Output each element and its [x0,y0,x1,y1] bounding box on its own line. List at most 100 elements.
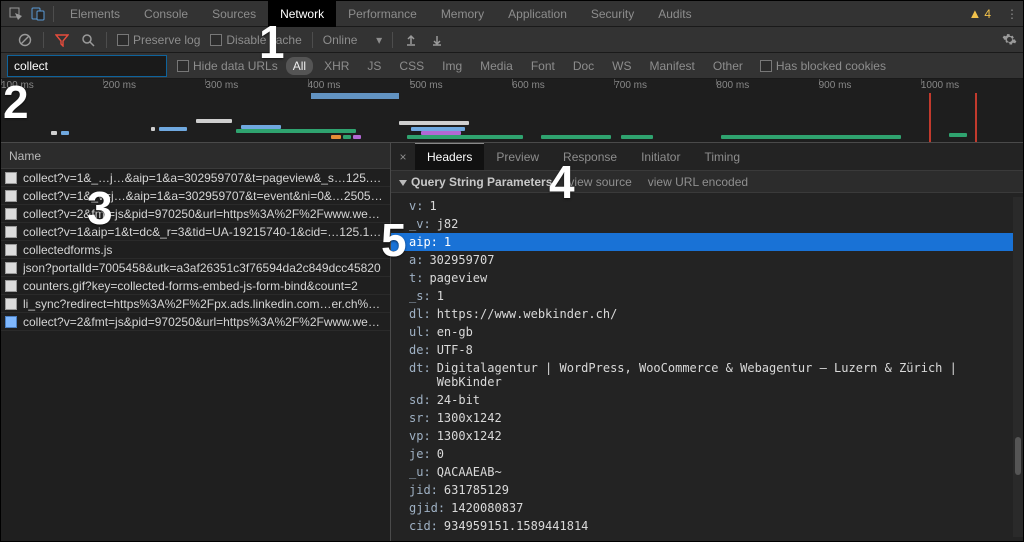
param-row[interactable]: dl:https://www.webkinder.ch/ [391,305,1023,323]
preserve-log-checkbox[interactable]: Preserve log [117,33,200,47]
disable-cache-checkbox[interactable]: Disable cache [210,33,301,47]
tab-console[interactable]: Console [132,1,200,27]
request-row[interactable]: counters.gif?key=collected-forms-embed-j… [1,277,390,295]
filter-pill-img[interactable]: Img [435,57,469,75]
name-column-header[interactable]: Name [1,143,390,169]
scrollbar-thumb[interactable] [1015,437,1021,475]
filter-pill-xhr[interactable]: XHR [317,57,356,75]
filter-icon[interactable] [54,32,70,48]
filter-pill-css[interactable]: CSS [392,57,431,75]
param-row[interactable]: _s:1 [391,287,1023,305]
view-url-encoded-link[interactable]: view URL encoded [648,175,748,189]
timeline-tick: 400 ms [308,79,410,93]
tab-audits[interactable]: Audits [646,1,703,27]
file-icon [5,316,17,328]
tab-network[interactable]: Network [268,1,336,27]
filter-bar: Hide data URLs AllXHRJSCSSImgMediaFontDo… [1,53,1023,79]
filter-pill-all[interactable]: All [286,57,313,75]
param-row[interactable]: vp:1300x1242 [391,427,1023,445]
param-key: je: [409,447,431,461]
param-row[interactable]: gjid:1420080837 [391,499,1023,517]
more-icon[interactable]: ⋮ [1001,3,1023,25]
param-value: https://www.webkinder.ch/ [437,307,618,321]
filter-pill-ws[interactable]: WS [605,57,638,75]
inspect-icon[interactable] [5,3,27,25]
device-toolbar-icon[interactable] [27,3,49,25]
tab-security[interactable]: Security [579,1,646,27]
chevron-down-icon: ▾ [376,33,382,47]
request-row[interactable]: collect?v=2&fmt=js&pid=970250&url=https%… [1,205,390,223]
tab-performance[interactable]: Performance [336,1,429,27]
request-name: collect?v=1&aip=1&t=dc&_r=3&tid=UA-19215… [23,225,386,239]
query-string-section-header[interactable]: Query String Parameters view source view… [391,171,1023,193]
clear-icon[interactable] [17,32,33,48]
param-row[interactable]: dt:Digitalagentur | WordPress, WooCommer… [391,359,1023,391]
request-row[interactable]: collect?v=2&fmt=js&pid=970250&url=https%… [1,313,390,331]
param-key: _v: [409,217,431,231]
network-overview[interactable]: 100 ms200 ms300 ms400 ms500 ms600 ms700 … [1,79,1023,143]
overview-selection[interactable] [311,93,399,99]
filter-pill-manifest[interactable]: Manifest [643,57,702,75]
request-row[interactable]: collect?v=1&_v=j…&aip=1&a=302959707&t=ev… [1,187,390,205]
settings-gear-icon[interactable] [1001,32,1017,48]
param-row[interactable]: cid:934959151.1589441814 [391,517,1023,535]
param-row[interactable]: _u:QACAAEAB~ [391,463,1023,481]
param-row[interactable]: _v: j82 [391,215,1023,233]
tab-application[interactable]: Application [496,1,579,27]
filter-input[interactable] [7,55,167,77]
view-source-link[interactable]: view source [568,175,631,189]
search-icon[interactable] [80,32,96,48]
detail-tab-preview[interactable]: Preview [484,143,551,171]
filter-pill-js[interactable]: JS [360,57,388,75]
param-row[interactable]: t:pageview [391,269,1023,287]
close-detail-icon[interactable]: × [391,150,415,164]
tab-sources[interactable]: Sources [200,1,268,27]
detail-tab-initiator[interactable]: Initiator [629,143,692,171]
request-list-pane: Name collect?v=1&_…j…&aip=1&a=302959707&… [1,143,391,541]
request-row[interactable]: json?portalId=7005458&utk=a3af26351c3f76… [1,259,390,277]
overview-bar [353,135,361,139]
request-row[interactable]: collect?v=1&_…j…&aip=1&a=302959707&t=pag… [1,169,390,187]
param-row[interactable]: ul:en-gb [391,323,1023,341]
param-value: 1300x1242 [437,411,502,425]
request-name: collect?v=2&fmt=js&pid=970250&url=https%… [23,207,386,221]
param-row[interactable]: aip:1 [391,233,1023,251]
request-row[interactable]: collectedforms.js [1,241,390,259]
request-row[interactable]: li_sync?redirect=https%3A%2F%2Fpx.ads.li… [1,295,390,313]
detail-tab-timing[interactable]: Timing [692,143,752,171]
hide-data-urls-checkbox[interactable]: Hide data URLs [177,59,278,73]
throttling-label: Online [323,33,358,47]
param-row[interactable]: jid:631785129 [391,481,1023,499]
filter-pill-other[interactable]: Other [706,57,750,75]
param-row[interactable]: sd:24-bit [391,391,1023,409]
upload-har-icon[interactable] [403,32,419,48]
param-row[interactable]: sr:1300x1242 [391,409,1023,427]
request-row[interactable]: collect?v=1&aip=1&t=dc&_r=3&tid=UA-19215… [1,223,390,241]
param-row[interactable]: je:0 [391,445,1023,463]
network-toolbar: Preserve log Disable cache Online ▾ [1,27,1023,53]
filter-pill-media[interactable]: Media [473,57,520,75]
hide-data-urls-label: Hide data URLs [193,59,278,73]
download-har-icon[interactable] [429,32,445,48]
tab-memory[interactable]: Memory [429,1,496,27]
request-detail-pane: × HeadersPreviewResponseInitiatorTiming … [391,143,1023,541]
param-row[interactable]: de:UTF-8 [391,341,1023,359]
disable-cache-label: Disable cache [226,33,301,47]
param-row[interactable]: v:1 [391,197,1023,215]
warnings-badge[interactable]: ▲ 4 [968,6,1001,21]
timeline-tick: 500 ms [410,79,512,93]
overview-marker [929,93,931,143]
disclosure-triangle-icon [399,180,407,186]
tab-elements[interactable]: Elements [58,1,132,27]
throttling-select[interactable]: Online ▾ [323,33,382,47]
has-blocked-cookies-checkbox[interactable]: Has blocked cookies [760,59,886,73]
filter-pill-doc[interactable]: Doc [566,57,601,75]
param-row[interactable]: a:302959707 [391,251,1023,269]
param-value: j82 [437,217,459,231]
overview-bar [621,135,653,139]
filter-pill-font[interactable]: Font [524,57,562,75]
detail-tab-headers[interactable]: Headers [415,143,484,170]
scrollbar[interactable] [1013,197,1023,537]
detail-tab-response[interactable]: Response [551,143,629,171]
param-key: t: [409,271,423,285]
